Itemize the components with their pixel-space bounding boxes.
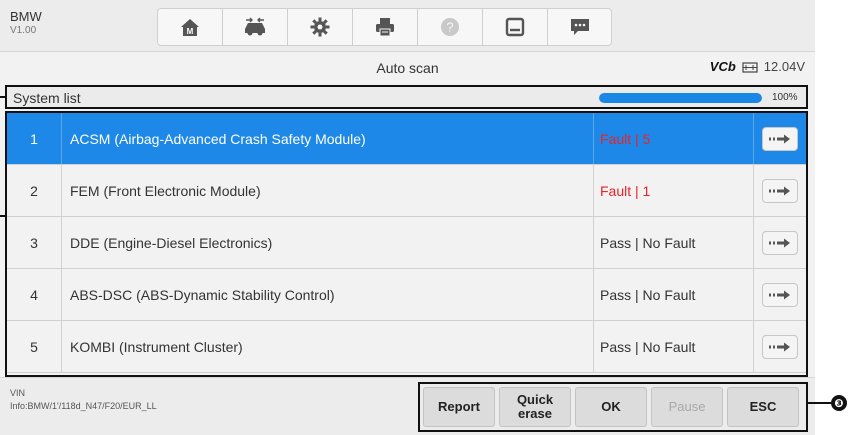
system-name: KOMBI (Instrument Cluster)	[62, 321, 594, 372]
title-row: Auto scan VCb 12.04V	[0, 53, 815, 83]
software-version: V1.00	[10, 25, 37, 36]
top-toolbar: BMW V1.00 M ?	[0, 0, 815, 52]
enter-system-button[interactable]	[762, 230, 798, 255]
gear-icon	[310, 17, 330, 37]
vci-status: VCb 12.04V	[710, 59, 805, 74]
vin-info: VIN Info:BMW/1'/118d_N47/F20/EUR_LL	[10, 387, 157, 413]
row-index: 1	[7, 113, 62, 164]
scan-progress-fill	[599, 93, 762, 103]
system-status: Fault | 5	[594, 113, 754, 164]
system-name: FEM (Front Electronic Module)	[62, 165, 594, 216]
enter-system-button[interactable]	[762, 178, 798, 203]
toolbar-button-group: M ?	[157, 8, 612, 46]
battery-voltage: 12.04V	[763, 59, 805, 74]
row-action-cell	[754, 178, 806, 203]
table-row[interactable]: 3 DDE (Engine-Diesel Electronics) Pass |…	[7, 217, 806, 269]
vin-label: VIN	[10, 388, 26, 398]
system-name: ABS-DSC (ABS-Dynamic Stability Control)	[62, 269, 594, 320]
save-button[interactable]	[482, 8, 547, 46]
home-icon: M	[181, 19, 199, 36]
callout-line-buttons	[808, 402, 831, 404]
row-action-cell	[754, 282, 806, 307]
function-button-group: Report Quick erase OK Pause ESC	[418, 382, 808, 432]
scan-progress-text: 100%	[772, 92, 798, 103]
save-icon	[505, 17, 525, 37]
enter-system-button[interactable]	[762, 126, 798, 151]
arrow-right-icon	[769, 290, 790, 299]
scan-progress-bar	[599, 93, 762, 103]
callout-badge: ❸	[831, 395, 847, 411]
system-list-header: System list 100%	[5, 85, 808, 109]
report-button[interactable]: Report	[423, 387, 495, 427]
arrow-right-icon	[769, 134, 790, 143]
system-name: ACSM (Airbag-Advanced Crash Safety Modul…	[62, 113, 594, 164]
home-button[interactable]: M	[157, 8, 222, 46]
message-icon	[570, 19, 589, 35]
row-index: 2	[7, 165, 62, 216]
system-status: Pass | No Fault	[594, 321, 754, 372]
vehicle-swap-icon	[245, 17, 265, 36]
help-button[interactable]: ?	[417, 8, 482, 46]
help-icon: ?	[441, 18, 459, 36]
row-index: 3	[7, 217, 62, 268]
page-title: Auto scan	[376, 60, 439, 76]
table-row[interactable]: 1 ACSM (Airbag-Advanced Crash Safety Mod…	[7, 113, 806, 165]
row-action-cell	[754, 230, 806, 255]
vehicle-make: BMW	[10, 9, 42, 24]
app-screen: BMW V1.00 M ? Auto scan VCb 12.04V Syste…	[0, 0, 815, 435]
svg-text:?: ?	[446, 20, 453, 35]
callout-line-table	[0, 215, 6, 217]
quick-erase-button[interactable]: Quick erase	[499, 387, 571, 427]
bottom-bar: VIN Info:BMW/1'/118d_N47/F20/EUR_LL Repo…	[0, 377, 815, 435]
pause-button[interactable]: Pause	[651, 387, 723, 427]
message-button[interactable]	[547, 8, 612, 46]
printer-icon	[376, 18, 394, 37]
callout-line-list-header	[0, 96, 6, 98]
row-index: 5	[7, 321, 62, 372]
system-name: DDE (Engine-Diesel Electronics)	[62, 217, 594, 268]
vehicle-swap-button[interactable]	[222, 8, 287, 46]
table-row[interactable]: 4 ABS-DSC (ABS-Dynamic Stability Control…	[7, 269, 806, 321]
row-action-cell	[754, 126, 806, 151]
row-action-cell	[754, 334, 806, 359]
vci-connection-label: VCb	[709, 59, 736, 74]
arrow-right-icon	[769, 238, 790, 247]
battery-icon	[742, 61, 758, 73]
system-status: Pass | No Fault	[594, 269, 754, 320]
arrow-right-icon	[769, 342, 790, 351]
svg-text:M: M	[187, 27, 194, 36]
ok-button[interactable]: OK	[575, 387, 647, 427]
row-index: 4	[7, 269, 62, 320]
vin-details: Info:BMW/1'/118d_N47/F20/EUR_LL	[10, 401, 157, 411]
quick-erase-label: Quick erase	[516, 392, 554, 421]
table-row[interactable]: 5 KOMBI (Instrument Cluster) Pass | No F…	[7, 321, 806, 373]
settings-button[interactable]	[287, 8, 352, 46]
system-status: Pass | No Fault	[594, 217, 754, 268]
arrow-right-icon	[769, 186, 790, 195]
table-row[interactable]: 2 FEM (Front Electronic Module) Fault | …	[7, 165, 806, 217]
system-list-label: System list	[13, 90, 81, 106]
vehicle-info: BMW V1.00	[10, 9, 42, 36]
esc-button[interactable]: ESC	[727, 387, 799, 427]
enter-system-button[interactable]	[762, 334, 798, 359]
print-button[interactable]	[352, 8, 417, 46]
system-table: 1 ACSM (Airbag-Advanced Crash Safety Mod…	[5, 111, 808, 377]
system-status: Fault | 1	[594, 165, 754, 216]
enter-system-button[interactable]	[762, 282, 798, 307]
